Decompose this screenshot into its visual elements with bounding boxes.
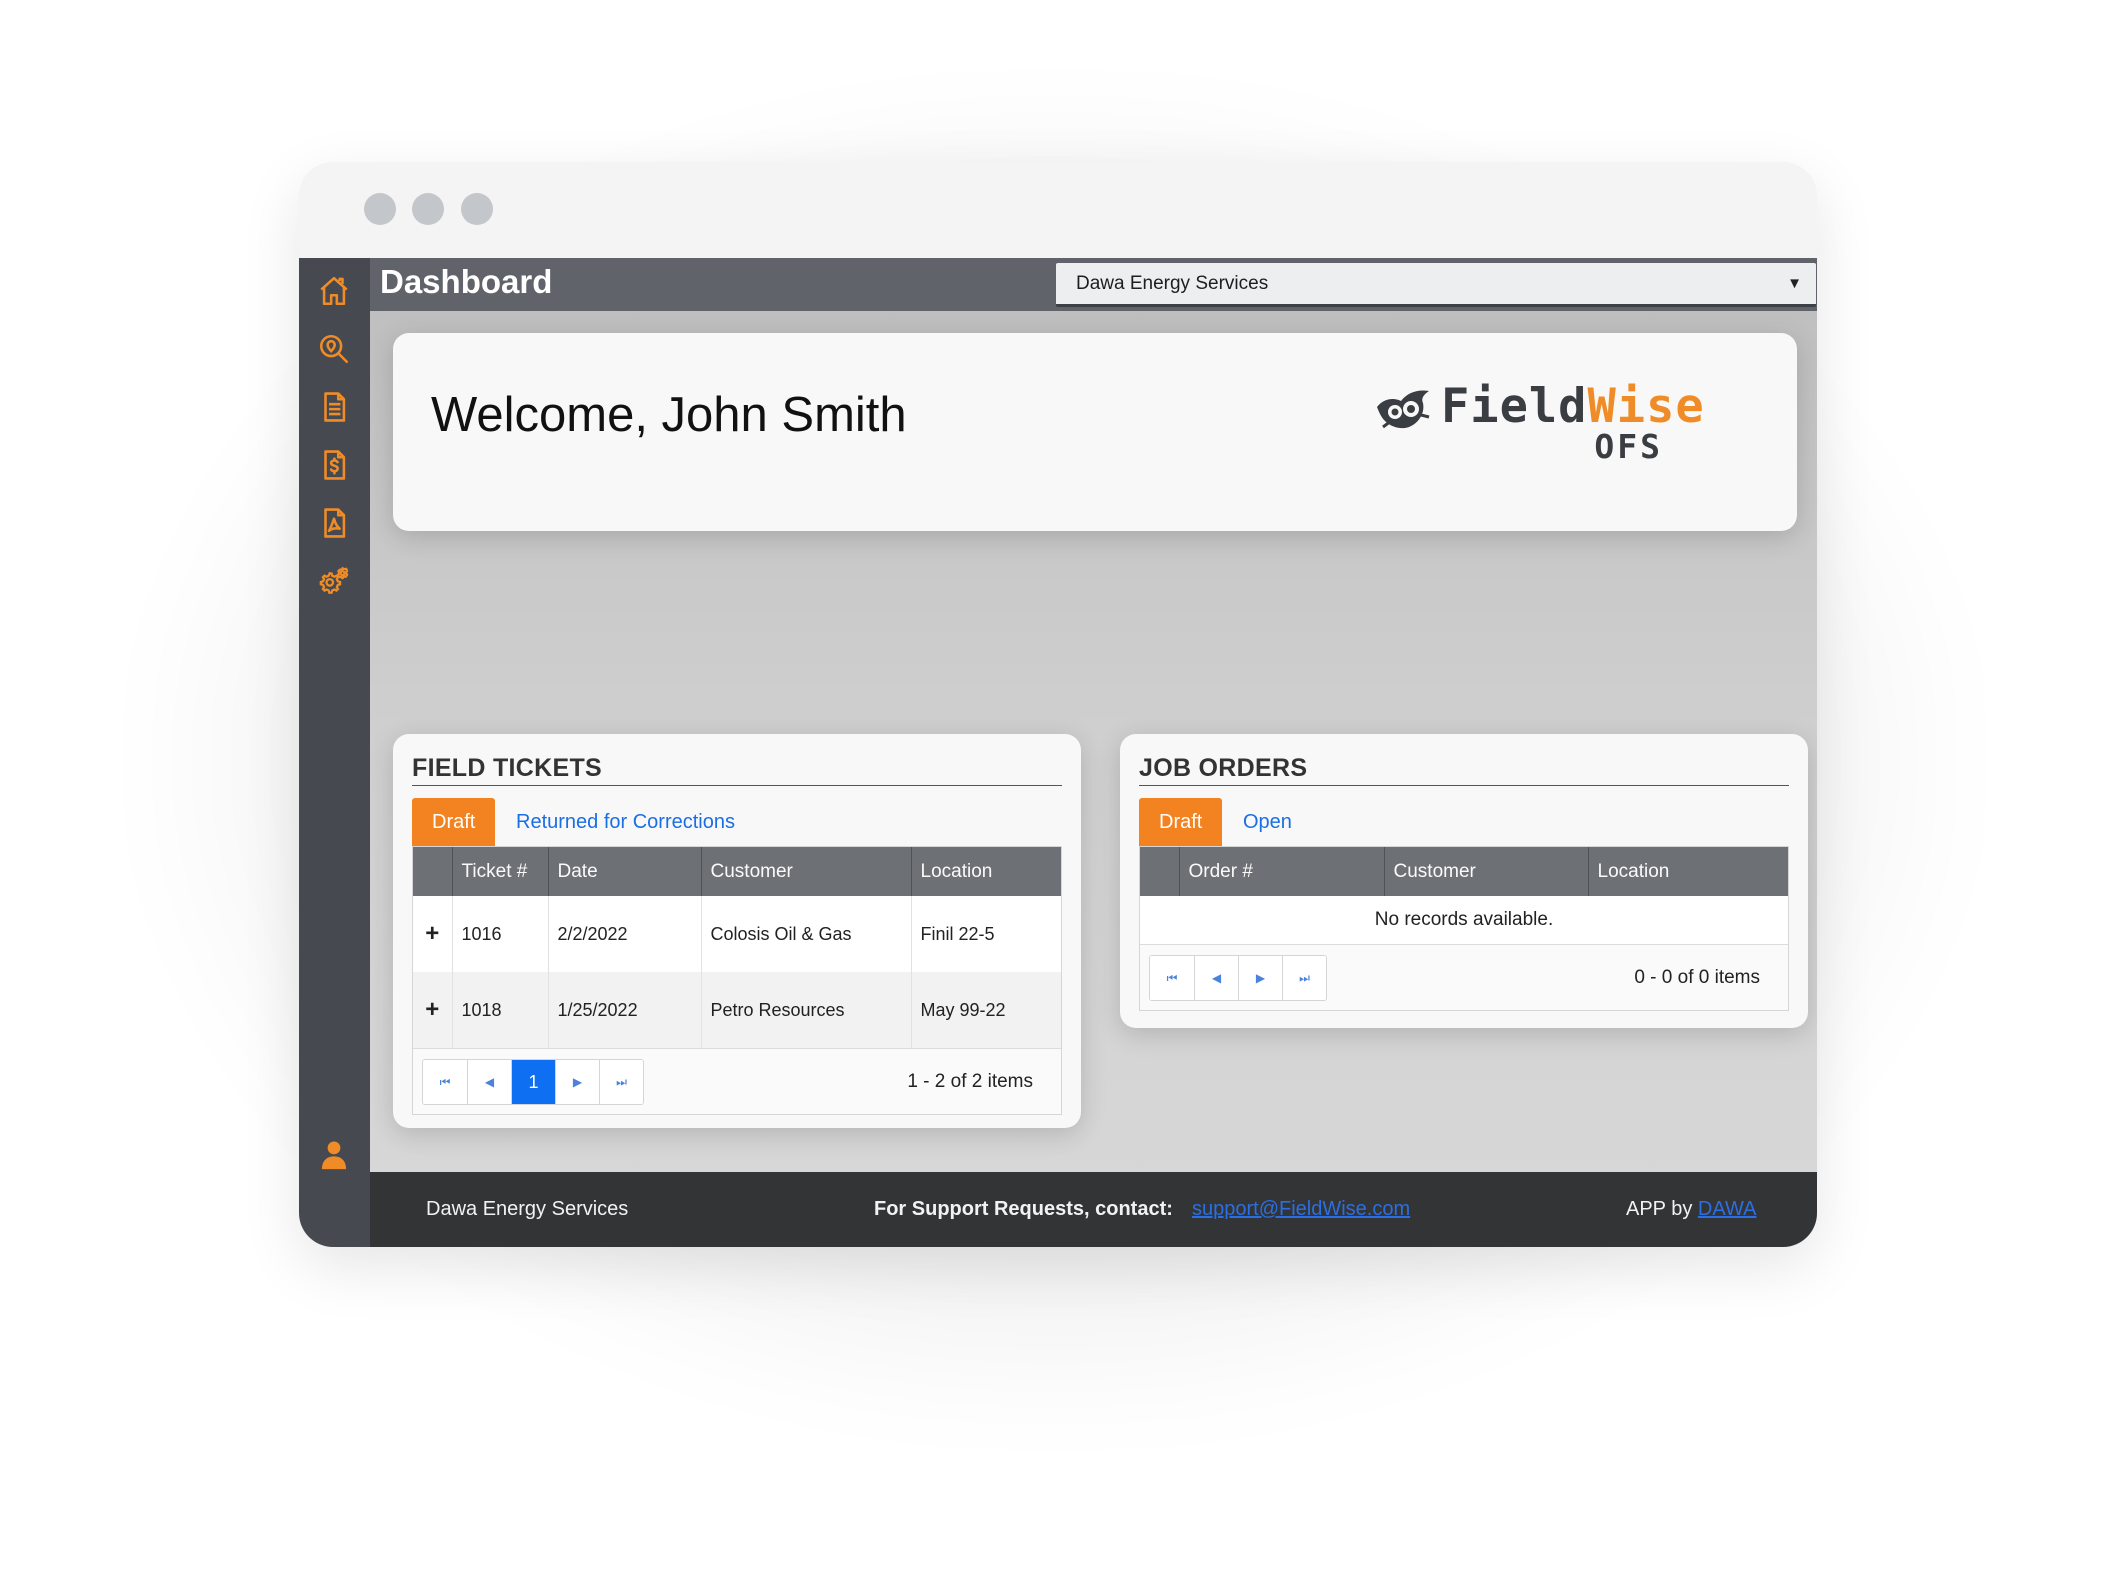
page-title: Dashboard bbox=[380, 263, 553, 300]
previous-page-icon[interactable]: ◀ bbox=[467, 1060, 511, 1104]
column-header-date[interactable]: Date bbox=[547, 847, 701, 896]
ticket-location: Finil 22-5 bbox=[910, 896, 1061, 972]
company-select-value: Dawa Energy Services bbox=[1076, 273, 1269, 294]
dawa-link[interactable]: DAWA bbox=[1698, 1198, 1757, 1220]
field-tickets-title: FIELD TICKETS bbox=[412, 754, 603, 782]
column-header-customer[interactable]: Customer bbox=[1383, 847, 1588, 896]
job-orders-panel: JOB ORDERS Draft Open Order # Customer L… bbox=[1120, 734, 1808, 1028]
pdf-icon[interactable] bbox=[316, 505, 352, 541]
title-divider bbox=[412, 785, 1062, 786]
previous-page-icon[interactable]: ◀ bbox=[1194, 956, 1238, 1000]
expand-row-button[interactable]: + bbox=[413, 972, 452, 1048]
logo-subtitle: OFS bbox=[1594, 427, 1663, 466]
home-icon[interactable] bbox=[316, 273, 352, 309]
last-page-icon[interactable]: ⏭ bbox=[599, 1060, 643, 1104]
ticket-number: 1016 bbox=[451, 896, 548, 972]
column-header-location[interactable]: Location bbox=[910, 847, 1061, 896]
title-bar bbox=[299, 162, 1817, 258]
footer-company: Dawa Energy Services bbox=[426, 1198, 629, 1220]
document-icon[interactable] bbox=[316, 389, 352, 425]
column-header-customer[interactable]: Customer bbox=[700, 847, 911, 896]
job-orders-pager: ⏮ ◀ ▶ ⏭ 0 - 0 of 0 items bbox=[1140, 944, 1788, 1010]
pager-buttons: ⏮ ◀ ▶ ⏭ bbox=[1149, 955, 1327, 1001]
tab-returned-for-corrections[interactable]: Returned for Corrections bbox=[496, 798, 755, 846]
logo-wordmark: FieldWise bbox=[1441, 379, 1705, 434]
top-header: Dashboard Dawa Energy Services ▼ bbox=[370, 258, 1817, 311]
user-icon[interactable] bbox=[316, 1137, 352, 1173]
fieldwise-logo: FieldWise OFS bbox=[1373, 379, 1704, 469]
table-row: + 1016 2/2/2022 Colosis Oil & Gas Finil … bbox=[413, 896, 1061, 972]
table-row: + 1018 1/25/2022 Petro Resources May 99-… bbox=[413, 972, 1061, 1048]
expand-column-header bbox=[413, 847, 452, 896]
footer-support-label: For Support Requests, contact: bbox=[874, 1198, 1173, 1220]
company-select[interactable]: Dawa Energy Services ▼ bbox=[1056, 263, 1816, 307]
pager-info: 0 - 0 of 0 items bbox=[1634, 967, 1760, 988]
app-window: Dashboard Dawa Energy Services ▼ Welcome… bbox=[299, 162, 1817, 1247]
welcome-text: Welcome, John Smith bbox=[431, 388, 907, 442]
first-page-icon[interactable]: ⏮ bbox=[423, 1060, 467, 1104]
owl-logo-icon bbox=[1377, 390, 1430, 429]
caret-down-icon: ▼ bbox=[1787, 275, 1802, 292]
ticket-location: May 99-22 bbox=[910, 972, 1061, 1048]
first-page-icon[interactable]: ⏮ bbox=[1150, 956, 1194, 1000]
ticket-date: 2/2/2022 bbox=[547, 896, 701, 972]
next-page-icon[interactable]: ▶ bbox=[1238, 956, 1282, 1000]
invoice-icon[interactable] bbox=[316, 447, 352, 483]
field-tickets-grid: Ticket # Date Customer Location + 1016 2… bbox=[412, 846, 1062, 1115]
column-header-location[interactable]: Location bbox=[1587, 847, 1788, 896]
last-page-icon[interactable]: ⏭ bbox=[1282, 956, 1326, 1000]
expand-column-header bbox=[1140, 847, 1179, 896]
welcome-card: Welcome, John Smith FieldWise OFS bbox=[393, 333, 1797, 531]
main-area: Dashboard Dawa Energy Services ▼ Welcome… bbox=[370, 258, 1817, 1247]
ticket-date: 1/25/2022 bbox=[547, 972, 701, 1048]
ticket-customer: Colosis Oil & Gas bbox=[700, 896, 911, 972]
page-number-button[interactable]: 1 bbox=[511, 1060, 555, 1104]
tab-draft[interactable]: Draft bbox=[412, 798, 496, 846]
column-header-ticket[interactable]: Ticket # bbox=[451, 847, 548, 896]
next-page-icon[interactable]: ▶ bbox=[555, 1060, 599, 1104]
window-maximize-button[interactable] bbox=[461, 193, 493, 225]
ticket-number: 1018 bbox=[451, 972, 548, 1048]
sidebar bbox=[299, 258, 370, 1247]
job-orders-title: JOB ORDERS bbox=[1139, 754, 1308, 782]
field-tickets-pager: ⏮ ◀ 1 ▶ ⏭ 1 - 2 of 2 items bbox=[413, 1048, 1061, 1114]
tab-open[interactable]: Open bbox=[1223, 798, 1312, 846]
map-search-icon[interactable] bbox=[316, 331, 352, 367]
tab-draft[interactable]: Draft bbox=[1139, 798, 1223, 846]
window-minimize-button[interactable] bbox=[412, 193, 444, 225]
title-divider bbox=[1139, 785, 1789, 786]
settings-icon[interactable] bbox=[316, 563, 352, 599]
job-orders-grid: Order # Customer Location No records ava… bbox=[1139, 846, 1789, 1011]
empty-row: No records available. bbox=[1140, 896, 1788, 944]
column-header-order[interactable]: Order # bbox=[1178, 847, 1384, 896]
footer-app-by: APP by DAWA bbox=[1626, 1198, 1757, 1220]
footer: Dawa Energy Services For Support Request… bbox=[370, 1172, 1817, 1247]
no-records-message: No records available. bbox=[1374, 909, 1554, 930]
pager-buttons: ⏮ ◀ 1 ▶ ⏭ bbox=[422, 1059, 644, 1105]
support-email-link[interactable]: support@FieldWise.com bbox=[1192, 1172, 1410, 1247]
field-tickets-panel: FIELD TICKETS Draft Returned for Correct… bbox=[393, 734, 1081, 1128]
window-close-button[interactable] bbox=[364, 193, 396, 225]
ticket-customer: Petro Resources bbox=[700, 972, 911, 1048]
pager-info: 1 - 2 of 2 items bbox=[907, 1071, 1033, 1092]
expand-row-button[interactable]: + bbox=[413, 896, 452, 972]
